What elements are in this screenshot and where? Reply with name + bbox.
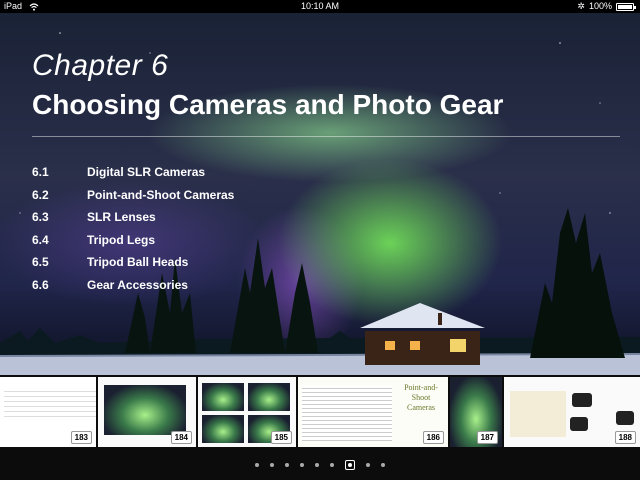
page-number-badge: 183 [70,431,92,444]
toc-number: 6.4 [32,232,49,247]
toc-title: Gear Accessories [87,277,188,292]
camera-image [616,411,634,425]
toc-number: 6.6 [32,277,49,292]
page-thumbnail[interactable]: 187 [450,377,502,447]
toc-number: 6.3 [32,210,49,224]
thumbnail-photo [202,383,244,411]
toc-item[interactable]: 6.1 Digital SLR Cameras [32,165,234,188]
page-thumbnail[interactable]: 184 [98,377,196,447]
page-number-badge: 188 [614,431,636,444]
toc-item[interactable]: 6.5 Tripod Ball Heads [32,255,234,278]
page-number-badge: 185 [270,431,292,444]
camera-image [570,417,588,431]
status-right: ✲ 100% [577,0,636,13]
page-dot[interactable] [270,463,274,467]
page-dot-active[interactable] [345,460,355,470]
page-thumbnail[interactable]: 183 [0,377,96,447]
chapter-title: Choosing Cameras and Photo Gear [32,89,504,120]
page-thumbnail[interactable]: 188 [504,377,640,447]
page-thumbnail-strip: 183 184 185 Point-and-Shoot Cameras 186 … [0,375,640,450]
camera-image [572,393,592,407]
thumbnail-photo [104,385,186,435]
thumbnail-sidebar-box [510,391,566,437]
toc-item[interactable]: 6.6 Gear Accessories [32,278,234,301]
thumbnail-photo [248,383,290,411]
page-indicator [0,450,640,480]
page-thumbnail[interactable]: 185 [198,377,296,447]
page-dot[interactable] [255,463,259,467]
page-thumbnail[interactable]: Point-and-Shoot Cameras 186 [298,377,448,447]
toc-title: Tripod Legs [87,232,156,247]
chapter-hero-image: Chapter 6 Choosing Cameras and Photo Gea… [0,13,640,375]
chapter-number: Chapter 6 [32,49,169,82]
page-dot[interactable] [285,463,289,467]
toc-title: Tripod Ball Heads [87,255,189,269]
thumbnail-heading: Point-and-Shoot Cameras [404,383,438,412]
page-number-badge: 187 [476,431,498,444]
battery-icon [616,2,636,11]
clock: 10:10 AM [300,1,340,11]
title-divider [32,136,620,137]
toc-item[interactable]: 6.3 SLR Lenses [32,210,234,233]
toc-number: 6.5 [32,255,49,269]
battery-percent: 100% [588,1,612,11]
page-dot[interactable] [381,463,385,467]
page-dot[interactable] [366,463,370,467]
thumbnail-table-graphic [4,389,96,417]
table-of-contents: 6.1 Digital SLR Cameras 6.2 Point-and-Shoo… [32,165,234,300]
page-dot[interactable] [300,463,304,467]
toc-title: SLR Lenses [87,210,156,224]
page-dot[interactable] [315,463,319,467]
toc-number: 6.2 [32,187,49,202]
thumbnail-text-block [302,385,392,441]
page-dot[interactable] [330,463,334,467]
toc-item[interactable]: 6.2 Point-and-Shoot Cameras [32,188,234,211]
status-bar: iPad 10:10 AM ✲ 100% [0,0,640,13]
thumbnail-photo [202,415,244,443]
page-number-badge: 186 [422,431,444,444]
toc-number: 6.1 [32,165,49,179]
toc-title: Point-and-Shoot Cameras [87,187,235,202]
toc-item[interactable]: 6.4 Tripod Legs [32,233,234,256]
bluetooth-icon: ✲ [577,1,585,11]
toc-title: Digital SLR Cameras [87,165,206,179]
page-number-badge: 184 [170,431,192,444]
